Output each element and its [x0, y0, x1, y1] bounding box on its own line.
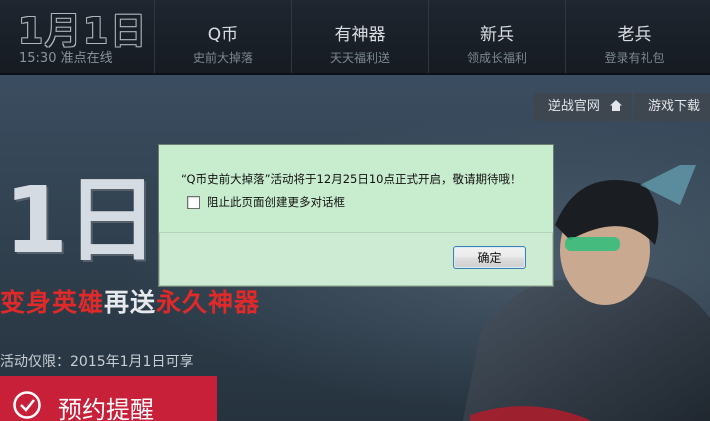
- nav-item-subtitle: 史前大掉落: [192, 51, 253, 65]
- nav-item-subtitle: 登录有礼包: [604, 51, 665, 65]
- quick-links: 逆战官网 游戏下载: [532, 93, 710, 121]
- nav-item-veteran[interactable]: 老兵 登录有礼包: [566, 0, 703, 73]
- suppress-dialogs-option[interactable]: 阻止此页面创建更多对话框: [187, 194, 345, 210]
- home-icon: [609, 100, 622, 111]
- nav-item-title: 老兵: [617, 25, 652, 45]
- reserve-reminder-button[interactable]: 预约提醒: [0, 376, 217, 421]
- nav-item-subtitle: 天天福利送: [329, 51, 390, 65]
- ok-button[interactable]: 确定: [453, 246, 526, 269]
- nav-item-artifact[interactable]: 有神器 天天福利送: [292, 0, 429, 73]
- top-navigation: 1月1日 15:30 准点在线 Q币 史前大掉落 有神器 天天福利送 新兵 领成…: [0, 0, 710, 75]
- game-download-link[interactable]: 游戏下载: [633, 93, 710, 121]
- brand-subtitle: 15:30 准点在线: [19, 51, 113, 66]
- slogan-part3: 永久神器: [156, 288, 261, 317]
- promo-slogan: 变身英雄再送永久神器: [0, 283, 260, 319]
- checkbox-icon[interactable]: [187, 195, 200, 209]
- dialog-content-area: “Q币史前大掉落”活动将于12月25日10点正式开启，敬请期待哦！ 阻止此页面创…: [159, 145, 553, 233]
- dialog-message: “Q币史前大掉落”活动将于12月25日10点正式开启，敬请期待哦！: [181, 172, 522, 186]
- official-site-link[interactable]: 逆战官网: [533, 93, 632, 121]
- nav-item-recruit[interactable]: 新兵 领成长福利: [429, 0, 566, 73]
- official-site-label: 逆战官网: [547, 99, 600, 114]
- slogan-part1: 变身英雄: [0, 288, 105, 317]
- check-circle-icon: [13, 391, 41, 419]
- nav-item-title: Q币: [207, 25, 239, 45]
- nav-item-title: 有神器: [334, 25, 386, 45]
- nav-item-subtitle: 领成长福利: [466, 51, 527, 65]
- alert-dialog: “Q币史前大掉落”活动将于12月25日10点正式开启，敬请期待哦！ 阻止此页面创…: [158, 144, 554, 287]
- slogan-part2: 再送: [104, 288, 157, 317]
- game-download-label: 游戏下载: [647, 99, 700, 114]
- nav-item-qcoin[interactable]: Q币 史前大掉落: [155, 0, 292, 73]
- nav-item-title: 新兵: [480, 25, 514, 45]
- suppress-dialogs-label: 阻止此页面创建更多对话框: [207, 195, 345, 209]
- activity-notice: 活动仅限：2015年1月1日可享: [0, 354, 194, 370]
- reserve-reminder-label: 预约提醒: [58, 396, 154, 421]
- brand-block[interactable]: 1月1日 15:30 准点在线: [0, 0, 155, 73]
